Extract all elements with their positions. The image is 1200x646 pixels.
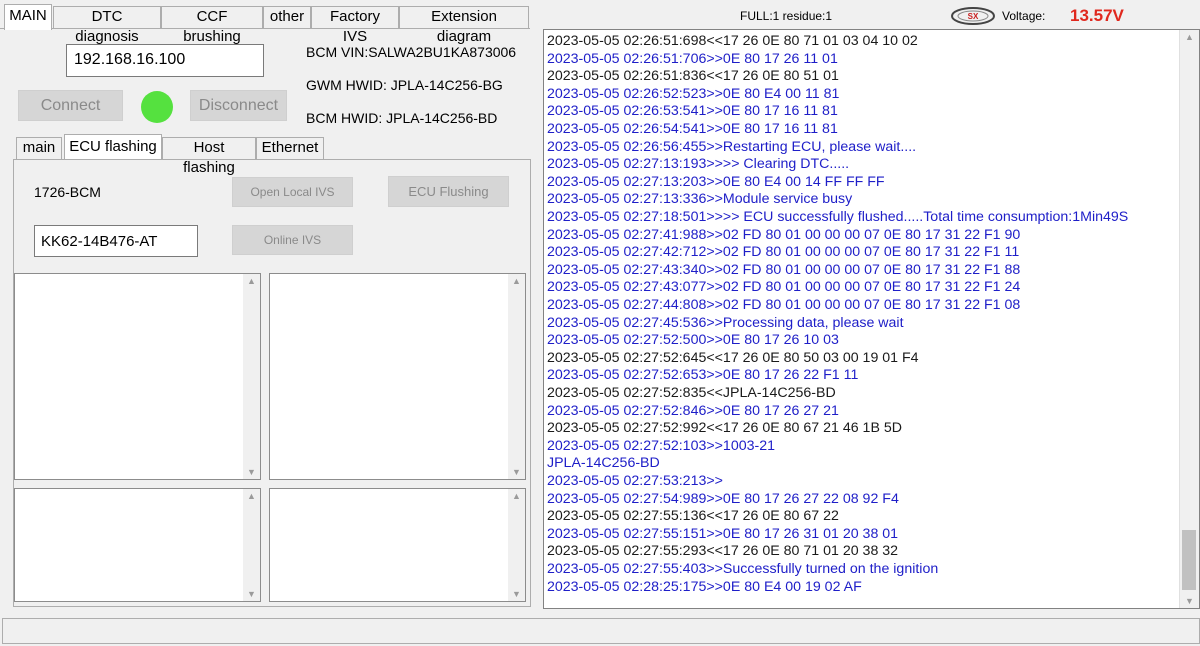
log-line: 2023-05-05 02:26:54:541>>0E 80 17 16 11 … <box>547 121 838 137</box>
log-line: 2023-05-05 02:26:56:455>>Restarting ECU,… <box>547 138 917 155</box>
tab-main[interactable]: MAIN <box>4 4 52 30</box>
scrollbar[interactable]: ▲ ▼ <box>508 489 525 601</box>
listbox-bottom-right[interactable]: ▲ ▼ <box>269 488 526 602</box>
open-local-ivs-button[interactable]: Open Local IVS <box>232 177 353 207</box>
log-line: 2023-05-05 02:27:52:103>>1003-21 <box>547 437 775 454</box>
log-line: 2023-05-05 02:27:43:340>>02 FD 80 01 00 … <box>547 261 1021 278</box>
log-line: 2023-05-05 02:27:55:136<<17 26 0E 80 67 … <box>547 508 839 525</box>
log-line: 2023-05-05 02:27:55:151>>0E 80 17 26 31 … <box>547 525 899 542</box>
scrollbar[interactable]: ▲ ▼ <box>508 274 525 479</box>
online-ivs-button[interactable]: Online IVS <box>232 225 353 255</box>
log-line: 2023-05-05 02:27:44:808>>02 FD 80 01 00 … <box>547 297 1021 313</box>
log-line: 2023-05-05 02:27:53:213>> <box>547 473 723 489</box>
connect-button[interactable]: Connect <box>18 90 123 121</box>
tab-other[interactable]: other <box>263 6 311 28</box>
log-line: 2023-05-05 02:27:52:992<<17 26 0E 80 67 … <box>547 420 902 437</box>
scroll-down-icon[interactable]: ▼ <box>243 589 260 599</box>
scroll-down-icon[interactable]: ▼ <box>1181 596 1198 606</box>
tab-dtc-diagnosis[interactable]: DTC diagnosis <box>53 6 161 45</box>
log-line: 2023-05-05 02:27:52:653>>0E 80 17 26 22 … <box>547 367 859 384</box>
voltage-value: 13.57V <box>1070 6 1124 25</box>
sx-logo-icon: SX <box>950 6 996 26</box>
subtab-ethernet[interactable]: Ethernet <box>256 137 324 159</box>
voltage-label: Voltage: <box>1002 9 1046 23</box>
status-bar <box>2 618 1200 644</box>
log-line: 2023-05-05 02:27:54:989>>0E 80 17 26 27 … <box>547 490 899 507</box>
log-line: 2023-05-05 02:26:51:836<<17 26 0E 80 51 … <box>547 68 839 85</box>
log-line: 2023-05-05 02:26:51:698<<17 26 0E 80 71 … <box>547 33 918 49</box>
tab-extension-diagram[interactable]: Extension diagram <box>399 6 529 45</box>
log-line: 2023-05-05 02:27:18:501>>>> ECU successf… <box>547 209 1129 225</box>
log-line: 2023-05-05 02:26:53:541>>0E 80 17 16 11 … <box>547 103 838 120</box>
bcm-hwid-label: BCM HWID: JPLA-14C256-BD <box>306 110 498 126</box>
module-name-label: 1726-BCM <box>34 184 101 200</box>
log-line: 2023-05-05 02:27:52:645<<17 26 0E 80 50 … <box>547 349 919 366</box>
log-line: 2023-05-05 02:27:42:712>>02 FD 80 01 00 … <box>547 244 1020 261</box>
subtab-host-flashing[interactable]: Host flashing <box>162 137 256 176</box>
log-line: 2023-05-05 02:28:25:175>>0E 80 E4 00 19 … <box>547 578 862 595</box>
listbox-top-left[interactable]: ▲ ▼ <box>14 273 261 480</box>
scroll-down-icon[interactable]: ▼ <box>243 467 260 477</box>
log-line: 2023-05-05 02:26:51:706>>0E 80 17 26 11 … <box>547 50 838 67</box>
log-line: 2023-05-05 02:27:52:835<<JPLA-14C256-BD <box>547 385 836 401</box>
subtab-main[interactable]: main <box>16 137 62 159</box>
log-line: 2023-05-05 02:27:13:193>>>> Clearing DTC… <box>547 156 850 173</box>
bcm-vin-label: BCM VIN:SALWA2BU1KA873006 <box>306 44 517 60</box>
listbox-bottom-left[interactable]: ▲ ▼ <box>14 488 261 602</box>
scroll-thumb[interactable] <box>1182 530 1196 590</box>
ecu-flushing-button[interactable]: ECU Flushing <box>388 176 509 207</box>
tab-ccf-brushing[interactable]: CCF brushing <box>161 6 263 45</box>
tab-divider <box>0 28 530 29</box>
log-line: 2023-05-05 02:27:52:846>>0E 80 17 26 27 … <box>547 402 839 419</box>
part-number-input[interactable]: KK62-14B476-AT <box>34 225 198 257</box>
log-line: 2023-05-05 02:27:52:500>>0E 80 17 26 10 … <box>547 332 839 349</box>
scroll-up-icon[interactable]: ▲ <box>243 491 260 501</box>
log-line: 2023-05-05 02:27:55:293<<17 26 0E 80 71 … <box>547 543 899 560</box>
gwm-hwid-label: GWM HWID: JPLA-14C256-BG <box>306 77 503 93</box>
tab-factory-ivs[interactable]: Factory IVS <box>311 6 399 45</box>
log-output[interactable]: 2023-05-05 02:28:25:175>>0E 80 E4 00 19 … <box>543 29 1200 609</box>
log-scrollbar[interactable]: ▲ ▼ <box>1179 30 1199 608</box>
log-line: 2023-05-05 02:27:45:536>>Processing data… <box>547 314 904 331</box>
listbox-top-right[interactable]: ▲ ▼ <box>269 273 526 480</box>
log-line: 2023-05-05 02:27:41:988>>02 FD 80 01 00 … <box>547 226 1021 243</box>
connection-status-indicator <box>141 91 173 123</box>
subtab-ecu-flashing[interactable]: ECU flashing <box>64 134 162 159</box>
scroll-up-icon[interactable]: ▲ <box>508 491 525 501</box>
scroll-up-icon[interactable]: ▲ <box>1181 32 1198 42</box>
full-residue-status: FULL:1 residue:1 <box>740 9 833 23</box>
log-line: 2023-05-05 02:27:43:077>>02 FD 80 01 00 … <box>547 279 1021 296</box>
scrollbar[interactable]: ▲ ▼ <box>243 274 260 479</box>
log-line: JPLA-14C256-BD <box>547 455 660 472</box>
disconnect-button[interactable]: Disconnect <box>190 90 287 121</box>
svg-text:SX: SX <box>968 12 979 21</box>
log-line: 2023-05-05 02:26:52:523>>0E 80 E4 00 11 … <box>547 85 840 102</box>
log-line: 2023-05-05 02:27:13:336>>Module service … <box>547 191 853 208</box>
log-line: 2023-05-05 02:27:13:203>>0E 80 E4 00 14 … <box>547 173 885 190</box>
log-line: 2023-05-05 02:27:55:403>>Successfully tu… <box>547 561 939 577</box>
scroll-down-icon[interactable]: ▼ <box>508 467 525 477</box>
scroll-up-icon[interactable]: ▲ <box>243 276 260 286</box>
ip-address-input[interactable]: 192.168.16.100 <box>66 44 264 77</box>
scroll-up-icon[interactable]: ▲ <box>508 276 525 286</box>
scrollbar[interactable]: ▲ ▼ <box>243 489 260 601</box>
scroll-down-icon[interactable]: ▼ <box>508 589 525 599</box>
